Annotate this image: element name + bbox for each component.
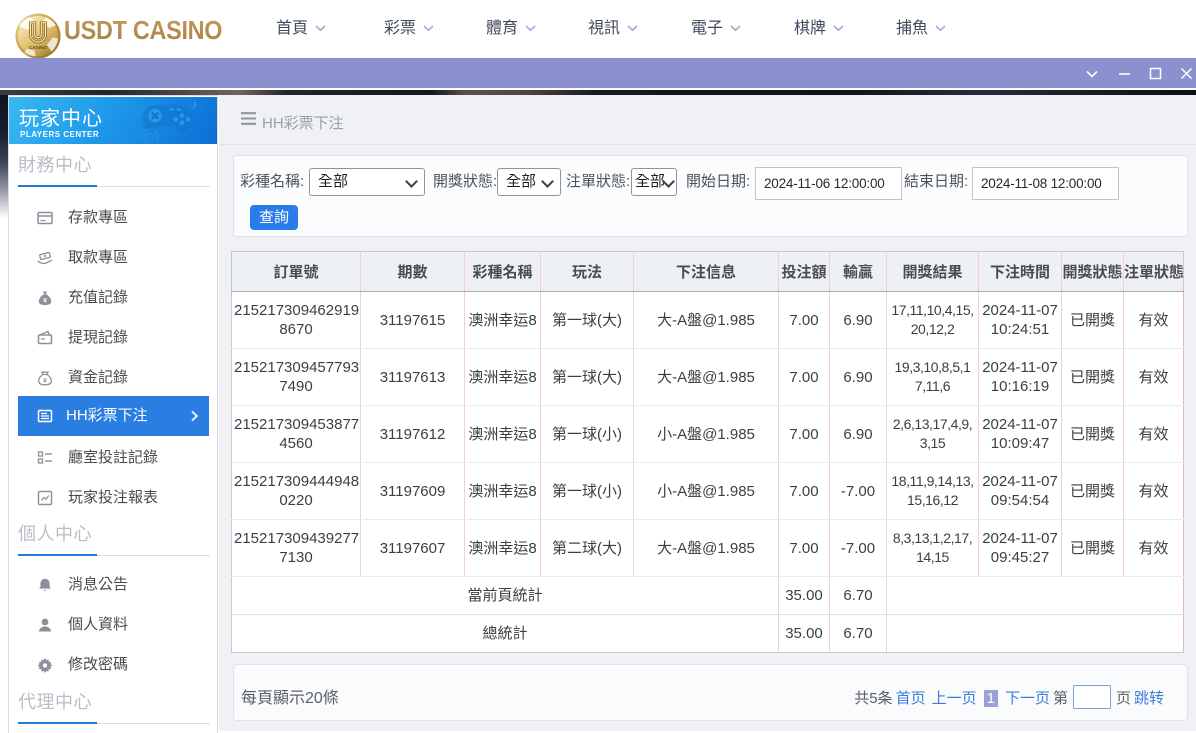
svg-text:CASINO: CASINO bbox=[29, 45, 48, 50]
svg-text:¥: ¥ bbox=[43, 378, 47, 385]
svg-text:¥: ¥ bbox=[43, 298, 47, 305]
